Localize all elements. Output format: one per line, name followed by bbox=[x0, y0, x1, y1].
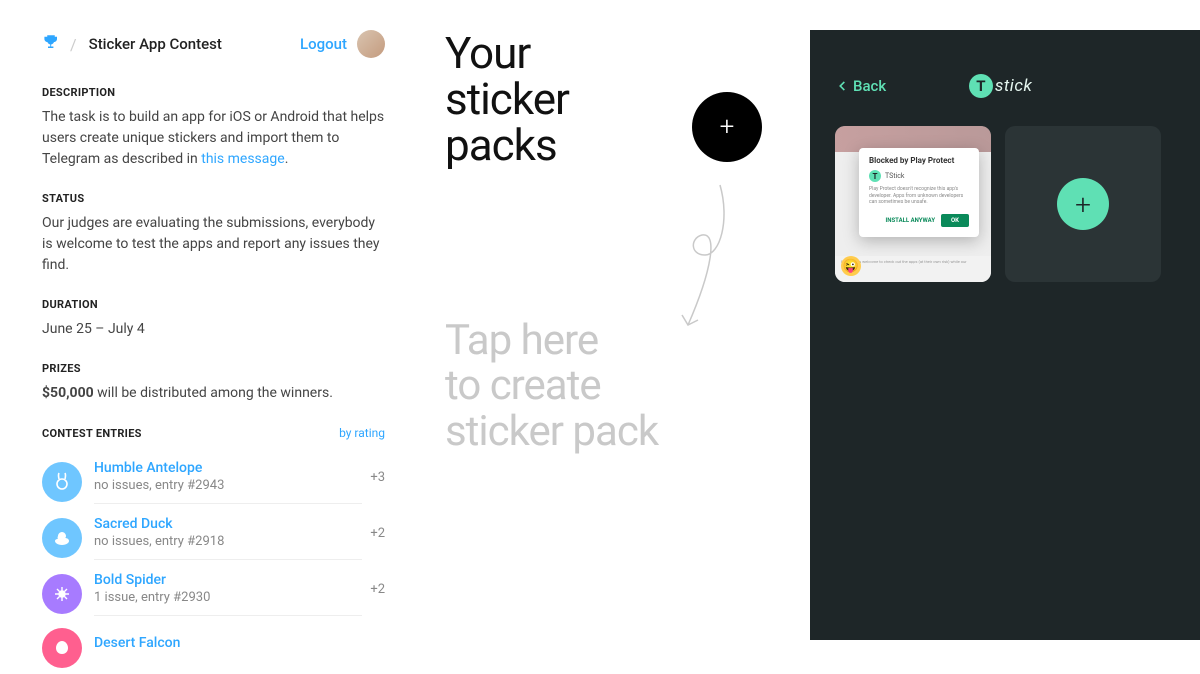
entry-meta: no issues, entry #2943 bbox=[94, 478, 362, 493]
trophy-icon bbox=[42, 33, 60, 55]
list-item[interactable]: Desert Falcon bbox=[42, 622, 385, 674]
entry-icon-antelope bbox=[42, 462, 82, 502]
duration-body: June 25 – July 4 bbox=[42, 319, 385, 340]
status-body: Our judges are evaluating the submission… bbox=[42, 213, 385, 276]
entry-icon-duck bbox=[42, 518, 82, 558]
logo-text: stick bbox=[995, 76, 1032, 96]
list-item[interactable]: Humble Antelope no issues, entry #2943 +… bbox=[42, 454, 385, 510]
prizes-text: will be distributed among the winners. bbox=[94, 385, 333, 401]
entry-score: +2 bbox=[370, 582, 385, 607]
entry-name[interactable]: Sacred Duck bbox=[94, 516, 362, 532]
pack-card[interactable]: Blocked by Play Protect T TStick Play Pr… bbox=[835, 126, 991, 282]
prizes-amount: $50,000 bbox=[42, 385, 94, 401]
plus-icon: + bbox=[720, 112, 735, 142]
dialog-description: Play Protect doesn't recognize this app'… bbox=[869, 186, 969, 206]
entry-meta: 1 issue, entry #2930 bbox=[94, 590, 362, 605]
tap-hint-l2: to create bbox=[445, 363, 658, 408]
entry-name[interactable]: Desert Falcon bbox=[94, 635, 385, 651]
section-title-description: DESCRIPTION bbox=[42, 86, 385, 99]
dialog-app-name: TStick bbox=[885, 172, 904, 180]
dialog-title: Blocked by Play Protect bbox=[869, 156, 969, 165]
breadcrumb-separator: / bbox=[70, 35, 77, 54]
entry-meta: no issues, entry #2918 bbox=[94, 534, 362, 549]
description-body: The task is to build an app for iOS or A… bbox=[42, 107, 385, 170]
prizes-body: $50,000 will be distributed among the wi… bbox=[42, 383, 385, 404]
app-logo: T stick bbox=[826, 74, 1175, 98]
emoji-badge-icon: 😜 bbox=[841, 256, 861, 276]
entry-icon-spider bbox=[42, 574, 82, 614]
entry-score: +3 bbox=[370, 470, 385, 495]
ok-button[interactable]: OK bbox=[941, 214, 969, 227]
description-text-suffix: . bbox=[285, 151, 289, 167]
play-protect-dialog: Blocked by Play Protect T TStick Play Pr… bbox=[859, 148, 979, 237]
entry-score: +2 bbox=[370, 526, 385, 551]
tap-hint: Tap here to create sticker pack bbox=[445, 318, 658, 454]
section-title-status: STATUS bbox=[42, 192, 385, 205]
entry-icon-falcon bbox=[42, 628, 82, 668]
page-title[interactable]: Sticker App Contest bbox=[89, 35, 222, 53]
entry-name[interactable]: Bold Spider bbox=[94, 572, 362, 588]
tap-hint-l1: Tap here bbox=[445, 318, 658, 363]
logo-circle-icon: T bbox=[969, 74, 993, 98]
this-message-link[interactable]: this message bbox=[201, 151, 284, 167]
avatar[interactable] bbox=[357, 30, 385, 58]
section-title-entries: CONTEST ENTRIES bbox=[42, 427, 142, 440]
section-title-prizes: PRIZES bbox=[42, 362, 385, 375]
plus-circle-icon: + bbox=[1057, 178, 1109, 230]
sort-by-rating[interactable]: by rating bbox=[339, 426, 385, 440]
arrow-icon bbox=[670, 180, 750, 330]
dialog-app-icon: T bbox=[869, 170, 881, 182]
section-title-duration: DURATION bbox=[42, 298, 385, 311]
list-item[interactable]: Sacred Duck no issues, entry #2918 +2 bbox=[42, 510, 385, 566]
entry-name[interactable]: Humble Antelope bbox=[94, 460, 362, 476]
list-item[interactable]: Bold Spider 1 issue, entry #2930 +2 bbox=[42, 566, 385, 622]
contest-header: / Sticker App Contest Logout bbox=[42, 30, 385, 58]
logout-link[interactable]: Logout bbox=[300, 35, 347, 53]
add-pack-card[interactable]: + bbox=[1005, 126, 1161, 282]
packs-heading-l1: Your bbox=[445, 30, 790, 76]
install-anyway-button[interactable]: INSTALL ANYWAY bbox=[886, 217, 936, 224]
tap-hint-l3: sticker pack bbox=[445, 409, 658, 454]
add-pack-button[interactable]: + bbox=[692, 92, 762, 162]
